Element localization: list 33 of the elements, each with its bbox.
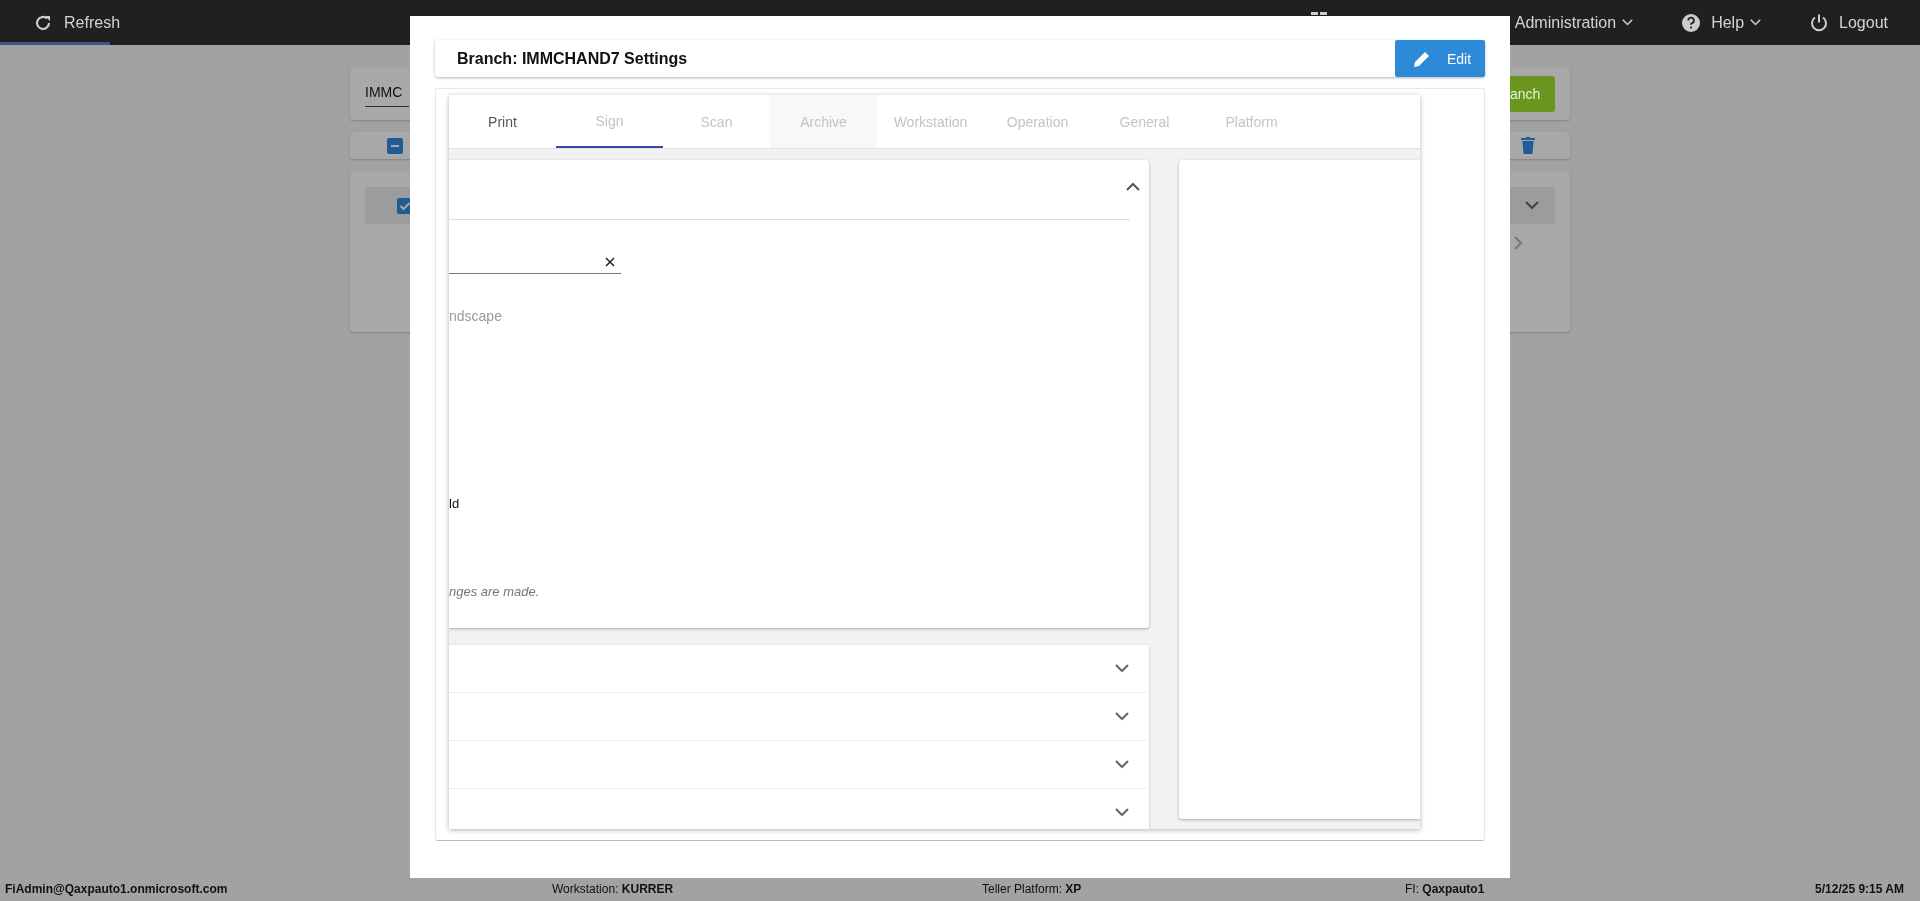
user-text: FiAdmin@Qaxpauto1.onmicrosoft.com bbox=[5, 882, 229, 896]
menu-link[interactable]: Administration bbox=[1514, 13, 1617, 32]
chevron-icon[interactable] bbox=[1115, 760, 1129, 769]
date-time-text: 5/12/25 9:15 AM bbox=[1815, 882, 1904, 896]
menu-link[interactable]: Logout bbox=[1839, 13, 1888, 32]
menu-link[interactable]: Help bbox=[1711, 13, 1745, 32]
dialog-title: Branch: IMMCHAND7 Settings bbox=[457, 49, 688, 68]
option-label: ndscape bbox=[449, 308, 503, 324]
help-icon bbox=[1681, 12, 1702, 33]
clear-icon[interactable] bbox=[605, 257, 615, 267]
chevron-icon[interactable] bbox=[1126, 182, 1140, 191]
refresh-icon bbox=[34, 13, 52, 32]
caret-icon[interactable] bbox=[1750, 18, 1762, 27]
edit-button[interactable]: Edit bbox=[1395, 40, 1485, 77]
platform-text: Teller Platform: XP bbox=[982, 882, 1083, 896]
chevron-icon[interactable] bbox=[1115, 664, 1129, 673]
refresh-link[interactable]: Refresh bbox=[64, 13, 121, 32]
add-button[interactable]: anch bbox=[1509, 75, 1555, 112]
search-field[interactable]: IMMC bbox=[365, 80, 409, 107]
power-icon bbox=[1809, 12, 1830, 33]
tab[interactable]: Print bbox=[449, 95, 556, 148]
checkbox[interactable] bbox=[387, 137, 403, 154]
workstation-text: Workstation: KURRER bbox=[552, 882, 675, 896]
chevron-icon[interactable] bbox=[1525, 201, 1539, 210]
grid-icon[interactable] bbox=[1310, 11, 1328, 15]
note-text: nges are made. bbox=[449, 584, 541, 599]
caret-icon[interactable] bbox=[1622, 18, 1634, 27]
pencil-icon bbox=[1413, 49, 1431, 68]
trash-icon[interactable] bbox=[1521, 137, 1535, 154]
option-label: ld bbox=[449, 496, 461, 511]
chevron-icon[interactable] bbox=[1115, 808, 1129, 817]
institution-text: FI: Qaxpauto1 bbox=[1405, 882, 1486, 896]
chevron-icon[interactable] bbox=[1115, 712, 1129, 721]
